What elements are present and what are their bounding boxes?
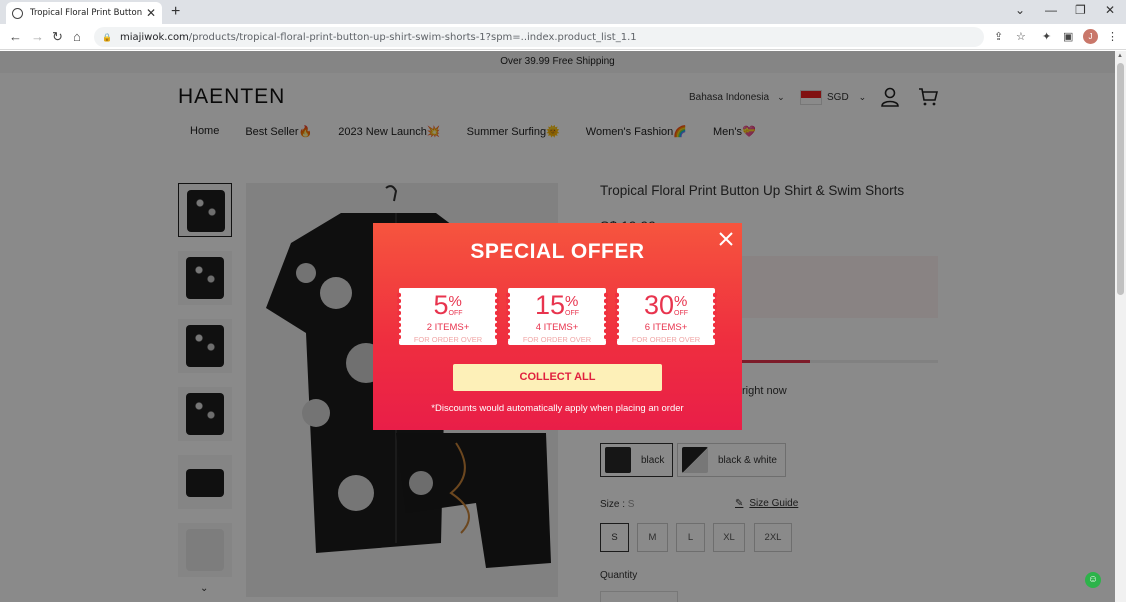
coupon-items: 6 ITEMS+ xyxy=(644,322,688,333)
scrollbar-thumb[interactable] xyxy=(1117,63,1124,295)
url-input[interactable]: 🔒 miajiwok.com/products/tropical-floral-… xyxy=(94,27,984,47)
share-icon[interactable]: ⇪ xyxy=(994,30,1003,43)
address-bar-row: ← → ↻ ⌂ 🔒 miajiwok.com/products/tropical… xyxy=(0,24,1126,50)
coupon-items: 4 ITEMS+ xyxy=(535,322,579,333)
help-chat-icon[interactable]: ☺ xyxy=(1085,572,1101,588)
new-tab-button[interactable]: + xyxy=(171,3,180,21)
close-tab-icon[interactable]: ✕ xyxy=(146,6,156,20)
extensions-icon[interactable]: ✦ xyxy=(1042,30,1051,43)
coupon-condition: FOR ORDER OVER xyxy=(631,335,701,344)
browser-tab[interactable]: Tropical Floral Print Button Up Shi ✕ xyxy=(6,2,162,24)
percent-sign: % xyxy=(674,293,688,310)
restore-icon[interactable]: ❐ xyxy=(1075,3,1086,17)
coupon-card: 5% OFF 2 ITEMS+ FOR ORDER OVER xyxy=(397,288,499,345)
percent-sign: % xyxy=(565,293,579,310)
close-window-icon[interactable]: ✕ xyxy=(1105,3,1115,17)
coupon-card: 30% OFF 6 ITEMS+ FOR ORDER OVER xyxy=(615,288,717,345)
minimize-icon[interactable]: — xyxy=(1045,3,1057,17)
coupon-condition: FOR ORDER OVER xyxy=(522,335,592,344)
reload-icon[interactable]: ↻ xyxy=(52,29,63,45)
coupon-condition: FOR ORDER OVER xyxy=(413,335,483,344)
home-icon[interactable]: ⌂ xyxy=(73,29,81,44)
coupon-percent: 30 xyxy=(643,290,675,320)
profile-avatar[interactable]: J xyxy=(1083,29,1098,44)
url-path: /products/tropical-floral-print-button-u… xyxy=(188,31,637,43)
globe-icon xyxy=(12,7,23,19)
percent-sign: % xyxy=(448,293,462,310)
url-host: miajiwok.com xyxy=(119,31,189,43)
coupon-off-label: OFF xyxy=(448,310,463,317)
coupon-items: 2 ITEMS+ xyxy=(426,322,470,333)
back-icon[interactable]: ← xyxy=(9,29,22,44)
bookmark-star-icon[interactable]: ☆ xyxy=(1016,30,1026,43)
page: Over 39.99 Free Shipping HAENTEN Bahasa … xyxy=(0,51,1115,602)
browser-tab-bar: Tropical Floral Print Button Up Shi ✕ + … xyxy=(0,0,1126,24)
discount-note: *Discounts would automatically apply whe… xyxy=(431,403,684,414)
lock-icon: 🔒 xyxy=(102,32,112,42)
coupon-percent: 5 xyxy=(433,290,449,320)
tab-title: Tropical Floral Print Button Up Shi xyxy=(30,8,142,18)
coupon-off-label: OFF xyxy=(674,310,689,317)
tab-search-icon[interactable]: ⌄ xyxy=(1015,3,1025,17)
collect-all-button[interactable]: COLLECT ALL xyxy=(453,364,662,391)
forward-icon[interactable]: → xyxy=(31,29,44,44)
page-scrollbar[interactable]: ▲ xyxy=(1115,51,1126,602)
special-offer-modal: SPECIAL OFFER 5% OFF 2 ITEMS+ FOR ORDER O… xyxy=(373,223,742,430)
menu-icon[interactable]: ⋮ xyxy=(1107,30,1118,43)
coupon-card: 15% OFF 4 ITEMS+ FOR ORDER OVER xyxy=(506,288,608,345)
coupon-off-label: OFF xyxy=(565,310,580,317)
scroll-up-icon[interactable]: ▲ xyxy=(1117,53,1123,59)
modal-title: SPECIAL OFFER xyxy=(470,240,645,263)
sidepanel-icon[interactable]: ▣ xyxy=(1063,30,1073,43)
coupon-percent: 15 xyxy=(534,290,566,320)
